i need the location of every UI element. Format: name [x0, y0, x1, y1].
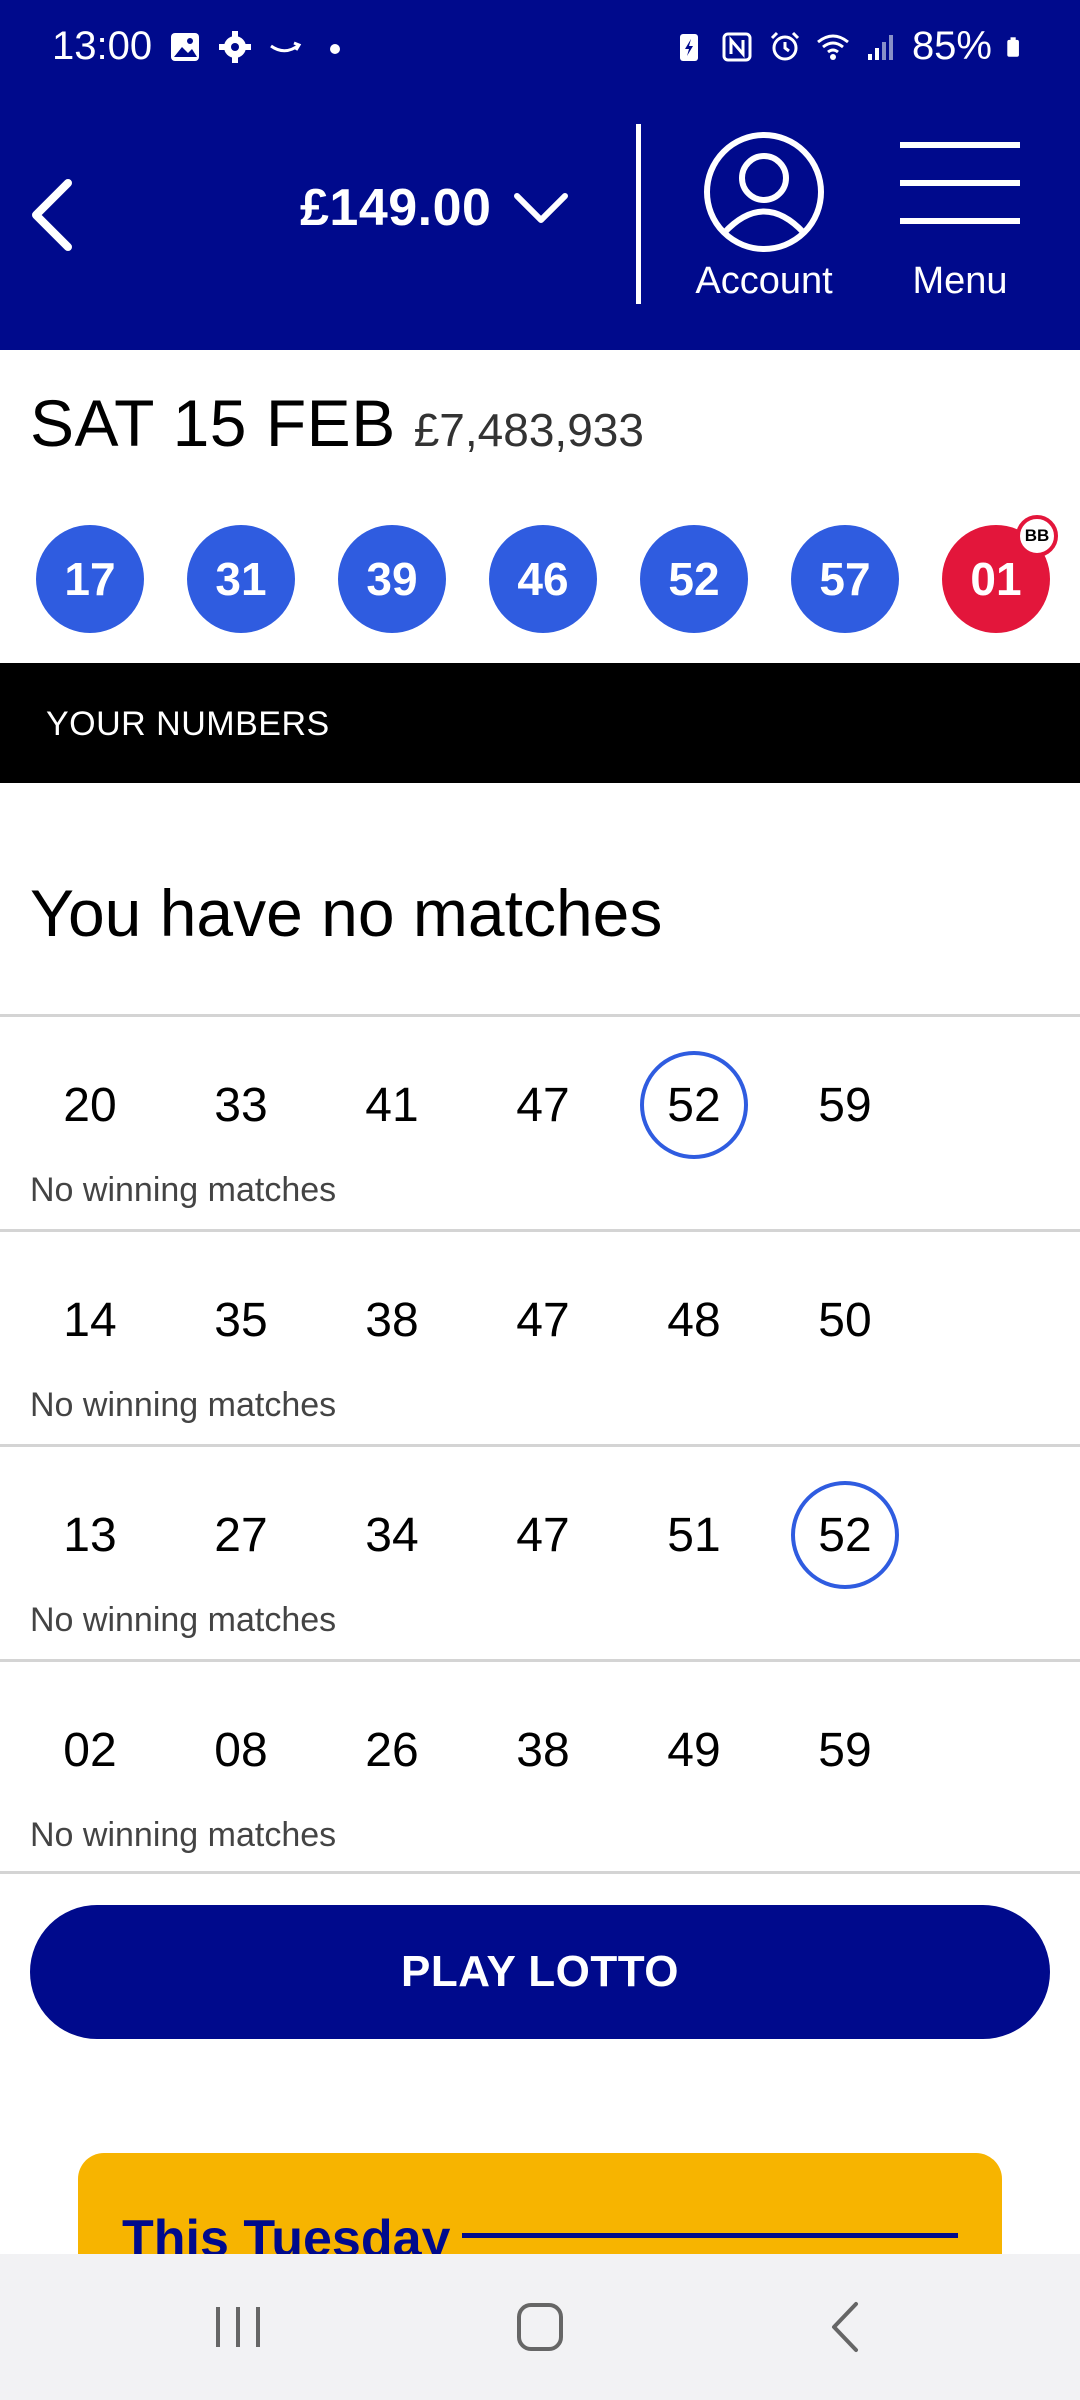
winning-ball: 57 [791, 525, 899, 633]
ticket-line: 14 35 38 47 48 50 No winning matches [0, 1229, 1080, 1444]
ticket-line: 02 08 26 38 49 59 No winning matches [0, 1659, 1080, 1874]
app-header: 13:00 85% £149.00 Account Menu [0, 0, 1080, 350]
nfc-icon [722, 32, 752, 61]
signal-icon [867, 34, 893, 60]
line-number: 20 [63, 1078, 117, 1132]
line-number: 47 [516, 1508, 570, 1562]
back-arrow-icon[interactable] [24, 175, 84, 255]
back-icon[interactable] [804, 2292, 884, 2362]
line-number: 38 [516, 1723, 570, 1777]
status-bar: 13:00 85% [0, 0, 1080, 100]
recent-apps-icon[interactable] [198, 2292, 278, 2362]
settings-icon [219, 31, 251, 63]
line-number: 59 [818, 1078, 872, 1132]
line-number: 49 [667, 1723, 721, 1777]
winning-ball: 39 [338, 525, 446, 633]
line-status: No winning matches [30, 1816, 337, 1854]
line-number: 34 [365, 1508, 419, 1562]
line-status: No winning matches [30, 1171, 337, 1209]
battery-saver-icon [679, 33, 698, 61]
line-number: 35 [214, 1293, 268, 1347]
battery-percent: 85% [911, 24, 992, 68]
account-icon [704, 132, 824, 252]
line-number: 52 [791, 1481, 899, 1589]
line-number: 02 [63, 1723, 117, 1777]
ticket-line: 20 33 41 47 52 59 No winning matches [0, 1014, 1080, 1229]
menu-label: Menu [912, 260, 1008, 302]
line-number: 59 [818, 1723, 872, 1777]
ticket-line: 13 27 34 47 51 52 No winning matches [0, 1444, 1080, 1659]
status-right: 85% [672, 24, 1028, 69]
your-numbers-label: YOUR NUMBERS [46, 705, 330, 743]
home-icon[interactable] [500, 2292, 580, 2362]
play-lotto-button[interactable]: PLAY LOTTO [30, 1905, 1050, 2039]
battery-icon [1007, 36, 1019, 57]
account-button[interactable]: Account [682, 130, 846, 310]
promo-rule [462, 2233, 958, 2238]
line-number: 51 [667, 1508, 721, 1562]
line-number: 48 [667, 1293, 721, 1347]
line-number: 33 [214, 1078, 268, 1132]
draw-header: SAT 15 FEB £7,483,933 [30, 385, 644, 461]
line-number: 26 [365, 1723, 419, 1777]
line-number: 47 [516, 1293, 570, 1347]
winning-ball: 31 [187, 525, 295, 633]
line-number: 08 [214, 1723, 268, 1777]
line-number: 14 [63, 1293, 117, 1347]
bonus-ball-badge: BB [1016, 515, 1058, 557]
match-summary: You have no matches [30, 876, 663, 950]
balance-amount: £149.00 [300, 179, 492, 237]
line-number: 13 [63, 1508, 117, 1562]
winning-balls: 17 31 39 46 52 57 01 BB [36, 515, 1058, 635]
your-numbers-header: YOUR NUMBERS [0, 663, 1080, 783]
status-time: 13:00 [52, 24, 153, 68]
menu-button[interactable]: Menu [890, 130, 1030, 310]
draw-date: SAT 15 FEB [30, 386, 396, 460]
status-left-icons [168, 30, 352, 64]
draw-jackpot: £7,483,933 [413, 404, 644, 456]
system-nav-bar [0, 2254, 1080, 2400]
account-label: Account [695, 260, 833, 302]
line-status: No winning matches [30, 1386, 337, 1424]
gallery-icon [171, 33, 199, 61]
balance-dropdown[interactable]: £149.00 [300, 178, 569, 238]
line-number: 50 [818, 1293, 872, 1347]
wifi-icon [817, 34, 849, 60]
winning-ball: 17 [36, 525, 144, 633]
line-number: 47 [516, 1078, 570, 1132]
winning-ball: 46 [489, 525, 597, 633]
line-status: No winning matches [30, 1601, 337, 1639]
alarm-icon [770, 31, 799, 60]
line-number: 38 [365, 1293, 419, 1347]
line-number: 52 [640, 1051, 748, 1159]
dot-icon [330, 44, 340, 54]
header-divider [636, 124, 641, 304]
line-number: 41 [365, 1078, 419, 1132]
amazon-icon [270, 41, 302, 53]
chevron-down-icon [514, 193, 569, 223]
line-number: 27 [214, 1508, 268, 1562]
winning-ball: 52 [640, 525, 748, 633]
